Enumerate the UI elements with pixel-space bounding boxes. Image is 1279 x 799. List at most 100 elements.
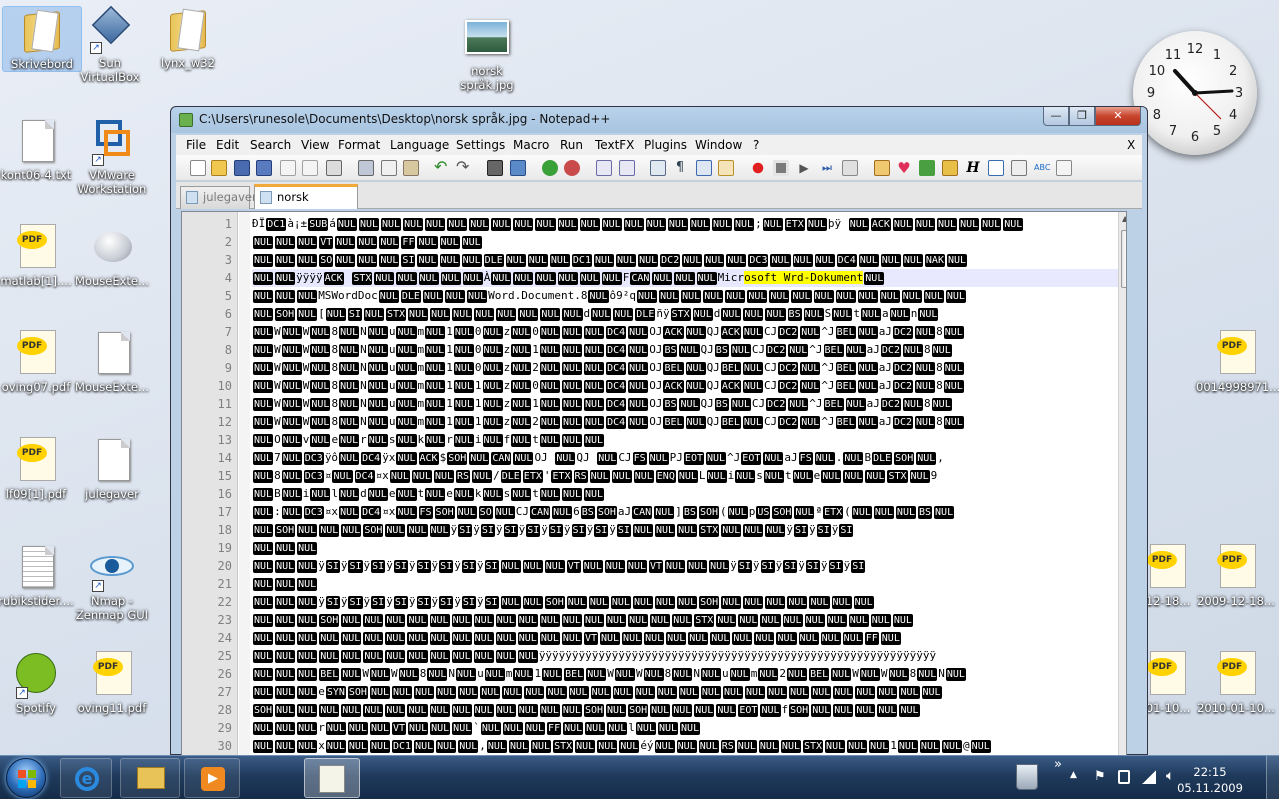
code-line[interactable]: NUL NUL NUL NUL NUL NUL NUL NUL NUL NUL NUL NUL NUL N… xyxy=(252,629,1118,647)
new-file-icon[interactable] xyxy=(190,160,206,176)
indent-guide-icon[interactable] xyxy=(696,160,712,176)
copy-icon[interactable] xyxy=(381,160,397,176)
find-icon[interactable] xyxy=(487,160,503,176)
code-line[interactable]: NUL W NUL W NUL 8 NUL N NUL u NUL m NUL 1 NUL 0 NUL z NUL 1… xyxy=(252,341,1118,359)
user-lang-icon[interactable] xyxy=(718,160,734,176)
redo-icon[interactable]: ↷ xyxy=(456,159,472,176)
code-line[interactable]: NUL W NUL W NUL 8 NUL N NUL u NUL m NUL 1 NUL 0 NUL z NUL 0… xyxy=(252,323,1118,341)
desktop-icon-nmap[interactable]: ↗ Nmap - Zenmap GUI xyxy=(72,544,152,622)
minimize-button[interactable]: — xyxy=(1043,107,1069,126)
show-all-chars-icon[interactable]: ¶ xyxy=(672,160,688,176)
plugin-folder-icon[interactable] xyxy=(874,160,890,176)
desktop-icon-mouseext1[interactable]: MouseExte... xyxy=(72,224,152,288)
code-line[interactable]: NUL W NUL W NUL 8 NUL N NUL u NUL m NUL 1 NUL 1 NUL z NUL 0… xyxy=(252,377,1118,395)
tab-julegaver[interactable]: julegaver xyxy=(180,186,257,209)
code-line[interactable]: ÐÏ DC1 à¡± SUB á NUL NUL NUL NUL NUL NUL NUL NUL NUL N… xyxy=(252,215,1118,233)
action-center-flag-icon[interactable]: ⚑ xyxy=(1094,769,1106,784)
code-line[interactable]: NUL NUL NUL xyxy=(252,575,1118,593)
word-wrap-icon[interactable] xyxy=(650,160,666,176)
spell-check-icon[interactable]: ABC xyxy=(1034,160,1050,176)
desktop-icon-matlab[interactable]: PDF matlab[1].... xyxy=(0,224,76,288)
code-line[interactable]: NUL NUL NUL VT NUL NUL NUL FF NUL NUL NUL xyxy=(252,233,1118,251)
code-line[interactable]: NUL NUL NUL ÿ SI ÿ SI ÿ SI ÿ SI ÿ SI ÿ SI ÿ SI ÿ SI NUL NUL S… xyxy=(252,593,1118,611)
code-line[interactable]: NUL SOH NUL NUL NUL SOH NUL NUL NUL ÿ SI ÿ SI ÿ SI ÿ SI ÿ… xyxy=(252,521,1118,539)
menu-window[interactable]: Window xyxy=(695,138,742,152)
maximize-button[interactable]: ❐ xyxy=(1069,107,1095,126)
menu-search[interactable]: Search xyxy=(250,138,291,152)
show-desktop-button[interactable] xyxy=(1266,756,1279,799)
zoom-in-icon[interactable] xyxy=(542,160,558,176)
record-macro-icon[interactable] xyxy=(750,160,766,176)
cut-icon[interactable] xyxy=(358,160,374,176)
plugin-box-icon[interactable] xyxy=(942,160,958,176)
code-line[interactable]: NUL W NUL W NUL 8 NUL N NUL u NUL m NUL 1 NUL 1 NUL z NUL 2… xyxy=(252,413,1118,431)
code-line[interactable]: NUL SOH NUL[NUL SI NUL STX NUL NUL NUL NUL NUL NUL N… xyxy=(252,305,1118,323)
code-line[interactable]: NUL B NUL i NUL l NUL d NUL e NUL t NUL e NUL k NUL s NUL t… xyxy=(252,485,1118,503)
code-line[interactable]: NUL NUL NUL NUL NUL NUL NUL NUL NUL NUL NUL NUL NUL ÿ… xyxy=(252,647,1118,665)
scroll-thumb[interactable] xyxy=(1121,230,1126,288)
sync-vertical-icon[interactable] xyxy=(596,160,612,176)
device-icon[interactable] xyxy=(1118,770,1130,784)
code-line[interactable]: NUL O NUL v NUL e NUL r NUL s NUL k NUL r NUL i NUL f NUL t… xyxy=(252,431,1118,449)
desktop-icon-rubikstider[interactable]: rubikstider.... xyxy=(0,544,76,608)
menu-settings[interactable]: Settings xyxy=(456,138,505,152)
code-line[interactable]: NUL NUL NUL ÿ SI ÿ SI ÿ SI ÿ SI ÿ SI ÿ SI ÿ SI ÿ SI NUL NUL N… xyxy=(252,557,1118,575)
notepadpp-window[interactable]: C:\Users\runesole\Documents\Desktop\nors… xyxy=(170,106,1148,756)
code-line[interactable]: NUL NUL NUL BEL NUL W NUL W NUL 8 NUL N NUL u NUL m NUL 1… xyxy=(252,665,1118,683)
editor-area[interactable]: 1 2 3 4 5 6 7 8 9 10 11 12 13 14 15 16 17 18 19 20 21 22 23 24 2… xyxy=(181,211,1127,756)
plugin-clipboard-icon[interactable] xyxy=(1056,160,1072,176)
desktop-icon-lf09[interactable]: PDF lf09[1].pdf xyxy=(0,437,76,501)
menu-edit[interactable]: Edit xyxy=(216,138,239,152)
close-button[interactable]: ✕ xyxy=(1095,107,1141,126)
run-multiple-macro-icon[interactable]: ⏭ xyxy=(819,160,835,176)
close-file-icon[interactable] xyxy=(280,160,296,176)
desktop-icon-mouseext2[interactable]: MouseExte... xyxy=(72,330,152,394)
clock-gadget[interactable]: 12 1 2 3 4 5 6 7 8 9 10 11 xyxy=(1133,31,1257,155)
taskbar-notepadpp[interactable] xyxy=(304,758,360,798)
save-icon[interactable] xyxy=(234,160,250,176)
save-macro-icon[interactable] xyxy=(842,160,858,176)
scroll-up-icon[interactable]: ▲ xyxy=(1122,214,1126,223)
taskbar-explorer[interactable] xyxy=(120,758,180,798)
code-line[interactable]: NUL NUL NUL xyxy=(252,539,1118,557)
html-tag-icon[interactable]: H xyxy=(965,160,981,176)
start-button[interactable] xyxy=(6,758,46,798)
code-line[interactable]: NUL: NUL DC3 ¤x NUL DC4 ¤x NUL FS SOH NUL SO NUL CJ CA… xyxy=(252,503,1118,521)
stop-macro-icon[interactable] xyxy=(773,160,789,176)
tab-norsk-sprak[interactable]: norsk språk.jpg xyxy=(254,184,358,225)
code-line[interactable]: NUL W NUL W NUL 8 NUL N NUL u NUL m NUL 1 NUL 1 NUL z NUL 1… xyxy=(252,395,1118,413)
network-signal-icon[interactable] xyxy=(1142,770,1156,784)
menu-textfx[interactable]: TextFX xyxy=(595,138,634,152)
play-macro-icon[interactable]: ▶ xyxy=(796,160,812,176)
taskbar-internet-explorer[interactable]: e xyxy=(60,758,112,798)
zoom-out-icon[interactable] xyxy=(564,160,580,176)
code-line[interactable]: NUL W NUL W NUL 8 NUL N NUL u NUL m NUL 1 NUL 0 NUL z NUL 2… xyxy=(252,359,1118,377)
desktop-icon-vmware[interactable]: ↗ VMware Workstation xyxy=(72,118,152,196)
desktop-icon-kont06[interactable]: kont06-4.txt xyxy=(0,118,76,182)
title-bar[interactable]: C:\Users\runesole\Documents\Desktop\nors… xyxy=(171,107,1147,133)
close-document-button[interactable]: X xyxy=(1127,138,1135,152)
desktop-icon-2009-12-18[interactable]: PDF 2009-12-18... xyxy=(1196,544,1276,608)
paste-icon[interactable] xyxy=(403,160,419,176)
desktop-icon-oving11[interactable]: PDF oving11.pdf xyxy=(72,651,152,715)
sync-horizontal-icon[interactable] xyxy=(619,160,635,176)
plugin-tree-icon[interactable] xyxy=(919,160,935,176)
menu-plugins[interactable]: Plugins xyxy=(644,138,687,152)
desktop-icon-virtualbox[interactable]: ↗ Sun VirtualBox xyxy=(70,5,150,84)
code-line[interactable]: NUL NUL ÿÿÿÿ ACK STX NUL NUL NUL NUL NUL À NUL NUL N… xyxy=(252,269,1118,287)
replace-icon[interactable] xyxy=(510,160,526,176)
code-line[interactable]: SOH NUL NUL NUL NUL NUL NUL NUL NUL NUL NUL NUL NUL N… xyxy=(252,701,1118,719)
desktop-icon-lynx[interactable]: lynx_w32 xyxy=(148,6,228,70)
code-line[interactable]: NUL NUL NUL SO NUL NUL NUL SI NUL NUL NUL DLE NUL NUL… xyxy=(252,251,1118,269)
menu-format[interactable]: Format xyxy=(338,138,380,152)
plugin-compare-icon[interactable] xyxy=(1011,160,1027,176)
code-line[interactable]: NUL NUL NUL r NUL NUL NUL VT NUL NUL NUL ` NUL NUL NUL… xyxy=(252,719,1118,737)
code-line[interactable]: NUL NUL NUL e SYN SOH NUL NUL NUL NUL NUL NUL NUL NUL… xyxy=(252,683,1118,701)
code-line[interactable]: NUL 8 NUL DC3 ¤ NUL DC4 ¤x NUL NUL NUL RS NUL / DLE ETX… xyxy=(252,467,1118,485)
code-line[interactable]: NUL NUL NUL x NUL NUL NUL DC1 NUL NUL NUL, NUL NUL NU… xyxy=(252,737,1118,755)
taskbar-media-player[interactable]: ▶ xyxy=(184,758,240,798)
desktop-icon-julegaver[interactable]: julegaver xyxy=(72,437,152,501)
menu-view[interactable]: View xyxy=(301,138,329,152)
save-all-icon[interactable] xyxy=(256,160,272,176)
code-line[interactable]: NUL NUL NUL SOH NUL NUL NUL NUL NUL NUL NUL NUL NUL N… xyxy=(252,611,1118,629)
